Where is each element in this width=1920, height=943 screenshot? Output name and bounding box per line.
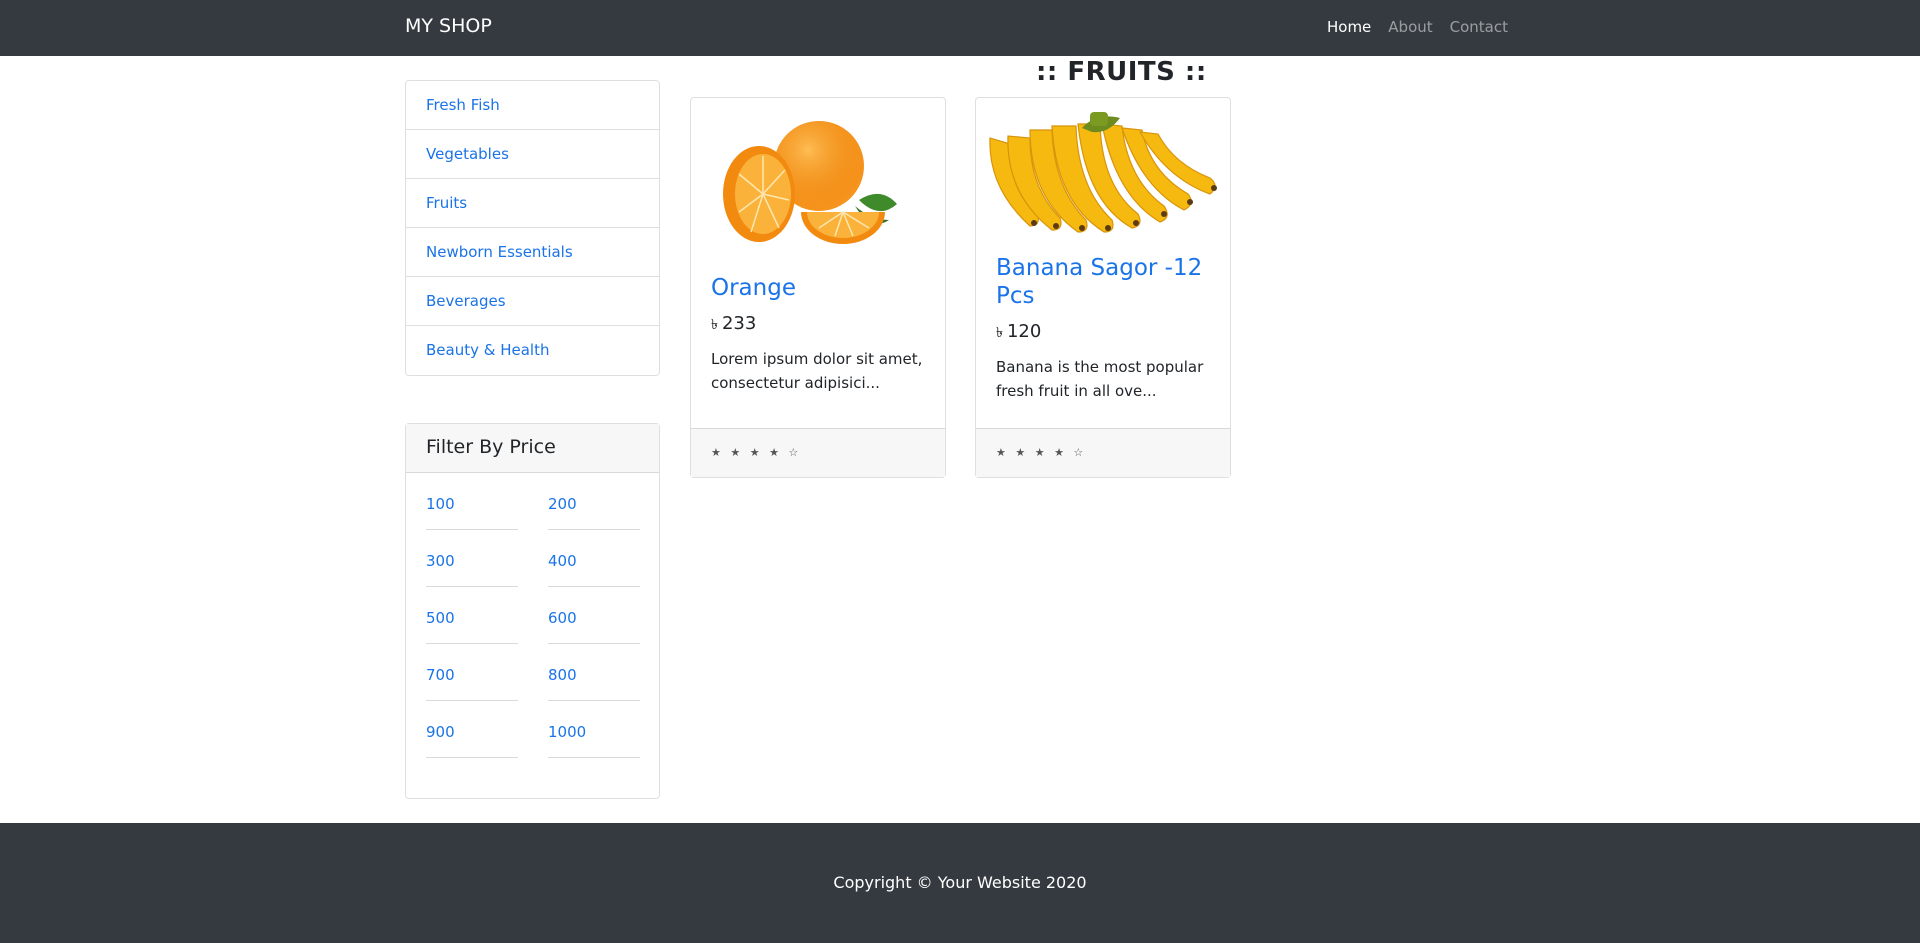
price-filter-1000[interactable]: 1000 — [548, 701, 640, 758]
product-title-link[interactable]: Orange — [711, 274, 925, 302]
price-filter-500[interactable]: 500 — [426, 587, 518, 644]
orange-image[interactable] — [701, 108, 937, 258]
copyright-text: Copyright © Your Website 2020 — [833, 873, 1087, 892]
nav-about-link[interactable]: About — [1388, 18, 1432, 36]
product-card: Orange ৳ 233 Lorem ipsum dolor sit amet, … — [690, 97, 946, 478]
category-item-vegetables[interactable]: Vegetables — [406, 130, 659, 179]
banana-image[interactable] — [986, 108, 1222, 236]
nav-contact-link[interactable]: Contact — [1450, 18, 1508, 36]
category-item-newborn-essentials[interactable]: Newborn Essentials — [406, 228, 659, 277]
price-value: 233 — [721, 313, 757, 334]
product-card-body: Banana Sagor -12 Pcs ৳ 120 Banana is the … — [996, 254, 1210, 403]
brand-link[interactable]: MY SHOP — [405, 15, 492, 37]
currency-symbol: ৳ — [711, 317, 718, 333]
price-value: 120 — [1006, 321, 1042, 342]
price-filter-card: Filter By Price 100 200 300 400 500 600 … — [405, 423, 660, 799]
navbar: MY SHOP Home About Contact — [0, 0, 1920, 56]
price-filter-400[interactable]: 400 — [548, 530, 640, 587]
product-title-link[interactable]: Banana Sagor -12 Pcs — [996, 254, 1210, 310]
currency-symbol: ৳ — [996, 325, 1003, 341]
price-filter-700[interactable]: 700 — [426, 644, 518, 701]
price-filter-200[interactable]: 200 — [548, 473, 640, 530]
product-price: ৳ 233 — [711, 313, 925, 337]
product-price: ৳ 120 — [996, 321, 1210, 345]
product-rating: ★ ★ ★ ★ ☆ — [976, 428, 1230, 477]
product-rating: ★ ★ ★ ★ ☆ — [691, 428, 945, 477]
price-filter-300[interactable]: 300 — [426, 530, 518, 587]
nav-links: Home About Contact — [1327, 18, 1508, 36]
product-card-body: Orange ৳ 233 Lorem ipsum dolor sit amet, … — [711, 274, 925, 395]
category-item-beauty-health[interactable]: Beauty & Health — [406, 326, 659, 375]
nav-home-link[interactable]: Home — [1327, 18, 1371, 36]
price-filter-100[interactable]: 100 — [426, 473, 518, 530]
footer: Copyright © Your Website 2020 — [0, 823, 1920, 943]
price-filter-900[interactable]: 900 — [426, 701, 518, 758]
product-description: Banana is the most popular fresh fruit i… — [996, 358, 1204, 400]
price-filter-800[interactable]: 800 — [548, 644, 640, 701]
category-list: Fresh Fish Vegetables Fruits Newborn Ess… — [405, 80, 660, 376]
product-card: Banana Sagor -12 Pcs ৳ 120 Banana is the … — [975, 97, 1231, 478]
category-item-fresh-fish[interactable]: Fresh Fish — [406, 81, 659, 130]
price-filter-title: Filter By Price — [406, 424, 659, 473]
category-item-beverages[interactable]: Beverages — [406, 277, 659, 326]
price-filter-600[interactable]: 600 — [548, 587, 640, 644]
product-description: Lorem ipsum dolor sit amet, consectetur … — [711, 350, 923, 392]
page-title: :: FRUITS :: — [1036, 57, 1207, 87]
category-item-fruits[interactable]: Fruits — [406, 179, 659, 228]
